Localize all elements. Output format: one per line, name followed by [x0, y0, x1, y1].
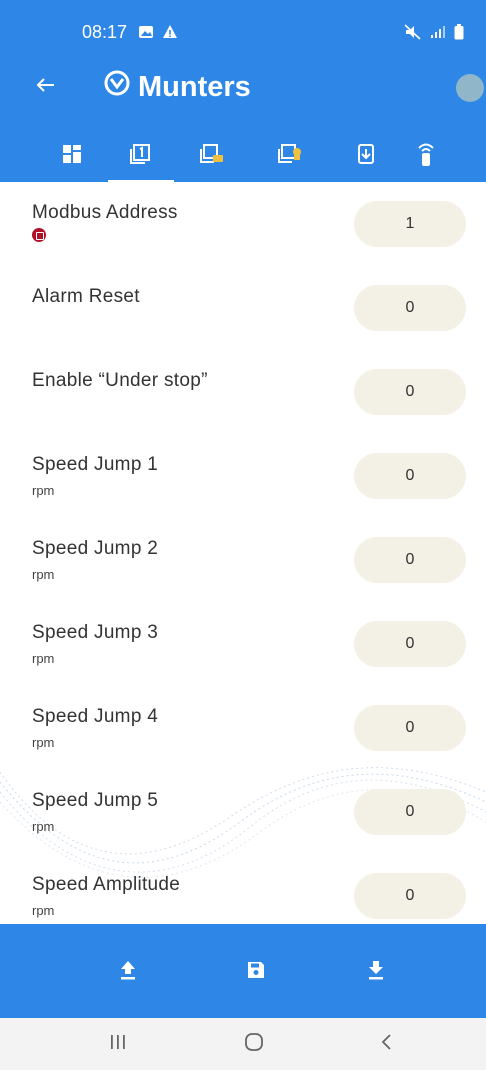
remote-icon [416, 141, 436, 172]
save-button[interactable] [238, 954, 274, 990]
download-device-icon [356, 143, 376, 170]
recent-apps-button[interactable] [98, 1028, 138, 1060]
param-unit: rpm [32, 903, 55, 918]
tab-dashboard[interactable] [52, 136, 92, 176]
dashboard-icon [61, 143, 83, 170]
status-right-icons [404, 24, 464, 45]
download-icon [366, 959, 386, 986]
param-unit: rpm [32, 651, 55, 666]
recent-apps-icon [108, 1033, 128, 1056]
param-unit: rpm [32, 819, 55, 834]
param-row-speed-jump-4: Speed Jump 4 rpm 0 [0, 686, 486, 770]
param-label: Enable “Under stop” [32, 370, 208, 391]
param-value-button[interactable]: 0 [354, 621, 466, 667]
param-row-speed-jump-1: Speed Jump 1 rpm 0 [0, 434, 486, 518]
status-time: 08:17 [82, 22, 128, 42]
param-row-enable-under-stop: Enable “Under stop” 0 [0, 350, 486, 434]
param-row-speed-jump-5: Speed Jump 5 rpm 0 [0, 770, 486, 854]
param-unit: rpm [32, 735, 55, 750]
top-bar: 08:17 Munters [0, 0, 486, 182]
signal-icon [430, 25, 446, 44]
tab-parameters-2[interactable] [192, 136, 232, 176]
param-label: Speed Jump 3 [32, 622, 159, 643]
param-value-button[interactable]: 0 [354, 453, 466, 499]
bottom-action-bar [0, 924, 486, 1018]
param-unit: rpm [32, 567, 55, 582]
param-row-speed-amplitude: Speed Amplitude rpm 0 [0, 854, 486, 924]
tab-bar [0, 128, 486, 182]
parameter-2-icon [199, 143, 225, 170]
param-unit: rpm [32, 483, 55, 498]
save-icon [246, 960, 266, 985]
param-label: Speed Jump 2 [32, 538, 159, 559]
battery-icon [454, 24, 464, 45]
upload-button[interactable] [110, 954, 146, 990]
back-arrow-icon[interactable] [34, 74, 56, 100]
param-row-speed-jump-2: Speed Jump 2 rpm 0 [0, 518, 486, 602]
param-row-modbus-address: Modbus Address 1 [0, 182, 486, 266]
brand: Munters [104, 70, 251, 104]
tab-download-device[interactable] [346, 136, 386, 176]
param-label: Speed Jump 4 [32, 706, 159, 727]
param-label: Speed Jump 1 [32, 454, 159, 475]
brand-name: Munters [138, 70, 251, 103]
mute-icon [404, 24, 422, 45]
gallery-icon [138, 24, 154, 45]
warning-icon [162, 24, 178, 45]
back-nav-button[interactable] [366, 1028, 406, 1060]
param-value-button[interactable]: 0 [354, 873, 466, 919]
parameter-1-icon [129, 143, 151, 170]
param-row-alarm-reset: Alarm Reset 0 [0, 266, 486, 350]
home-icon [244, 1032, 264, 1057]
param-value-button[interactable]: 0 [354, 705, 466, 751]
home-button[interactable] [234, 1028, 274, 1060]
param-value-button[interactable]: 0 [354, 789, 466, 835]
upload-icon [118, 959, 138, 986]
system-nav-bar [0, 1018, 486, 1070]
tab-parameters-1[interactable] [120, 136, 160, 176]
param-label: Speed Amplitude [32, 874, 181, 895]
app-bar: Munters [0, 62, 486, 118]
param-row-speed-jump-3: Speed Jump 3 rpm 0 [0, 602, 486, 686]
param-value-button[interactable]: 0 [354, 285, 466, 331]
warning-badge-icon [32, 228, 46, 242]
tab-remote[interactable] [406, 136, 446, 176]
parameter-lock-icon [277, 143, 303, 170]
param-value-button[interactable]: 1 [354, 201, 466, 247]
avatar[interactable] [456, 74, 484, 102]
param-label: Alarm Reset [32, 286, 140, 307]
param-value-button[interactable]: 0 [354, 369, 466, 415]
parameter-list[interactable]: Modbus Address 1 Alarm Reset 0 Enable “U… [0, 182, 486, 924]
tab-parameters-lock[interactable] [270, 136, 310, 176]
back-nav-icon [379, 1032, 393, 1057]
param-label: Modbus Address [32, 202, 178, 223]
param-label: Speed Jump 5 [32, 790, 159, 811]
param-value-button[interactable]: 0 [354, 537, 466, 583]
munters-logo-icon [104, 70, 130, 104]
status-bar: 08:17 [0, 0, 486, 60]
status-left-icons [138, 24, 178, 45]
download-button[interactable] [358, 954, 394, 990]
